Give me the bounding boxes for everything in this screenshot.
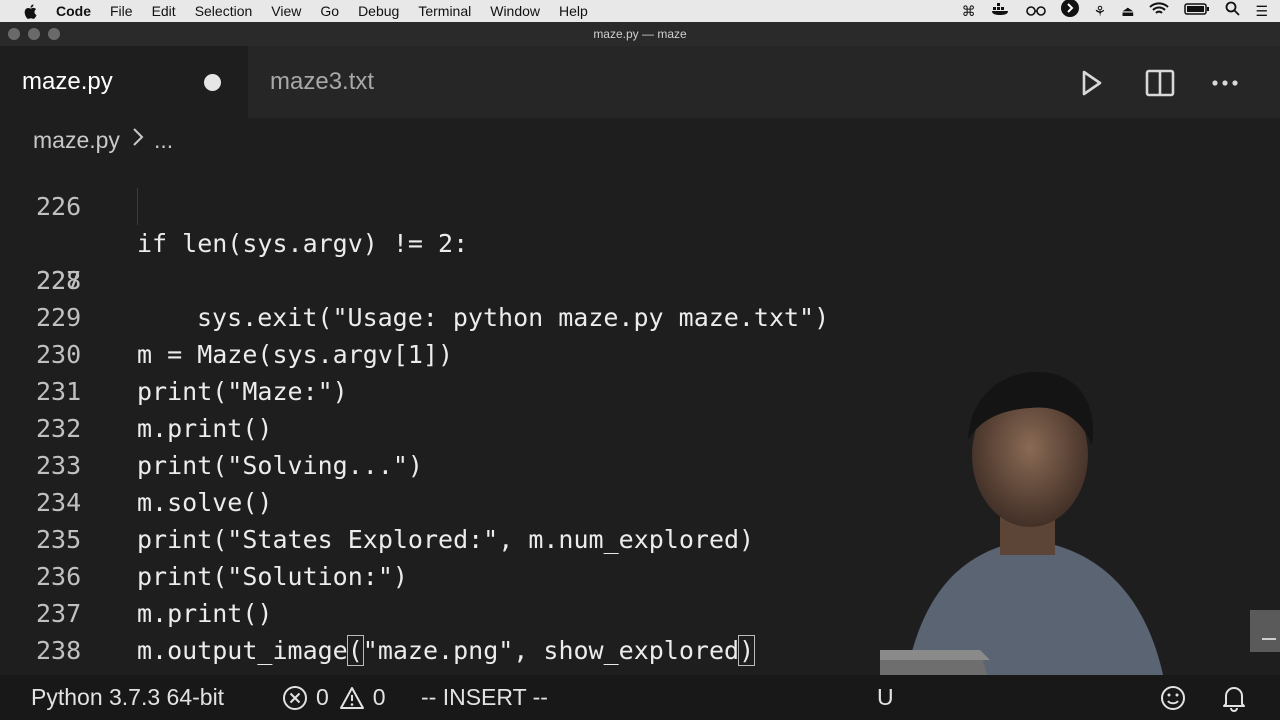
chevron-right-icon	[132, 127, 144, 153]
breadcrumb-file[interactable]: maze.py	[33, 127, 120, 154]
breadcrumb: maze.py ...	[0, 118, 1280, 162]
menu-terminal[interactable]: Terminal	[418, 3, 471, 19]
command-icon[interactable]: ⌘	[962, 0, 976, 22]
menu-bar: Code File Edit Selection View Go Debug T…	[0, 0, 1280, 22]
glasses-icon[interactable]	[1025, 0, 1046, 22]
menu-go[interactable]: Go	[320, 3, 339, 19]
indent-guide	[137, 188, 138, 225]
battery-icon[interactable]	[1184, 0, 1210, 22]
zoom-window-button[interactable]	[48, 28, 60, 40]
window-title: maze.py — maze	[593, 27, 687, 41]
code-token: "maze.png", show_explored	[362, 636, 740, 665]
menu-edit[interactable]: Edit	[152, 3, 176, 19]
code-line[interactable]: 229 m = Maze(sys.argv[1])	[0, 262, 1240, 369]
line-number: 238	[36, 636, 82, 665]
editor-tab-bar: maze.py maze3.txt	[0, 46, 1280, 118]
play-icon	[1082, 70, 1102, 96]
code-line[interactable]: 227 sys.exit("Usage: python maze.py maze…	[0, 188, 1240, 332]
code-line[interactable]: 228	[0, 225, 1240, 295]
vim-mode-status: -- INSERT --	[421, 684, 548, 710]
apple-icon[interactable]	[20, 3, 40, 19]
code-line[interactable]: 230 print("Maze:")	[0, 299, 1240, 406]
bracket-match-open: (	[346, 635, 364, 666]
error-count: 0	[316, 684, 329, 710]
tab-maze-py[interactable]: maze.py	[0, 46, 248, 118]
search-icon[interactable]	[1225, 0, 1241, 22]
code-token: m.output_image	[137, 636, 348, 665]
scrollbar-cursor-marker	[1262, 638, 1276, 640]
menu-selection[interactable]: Selection	[195, 3, 253, 19]
run-button[interactable]	[1075, 66, 1109, 100]
menu-window[interactable]: Window	[490, 3, 540, 19]
code-text: m.output_image("maze.png", show_explored…	[137, 632, 756, 669]
status-partial-text: U	[877, 684, 894, 710]
split-editor-icon	[1145, 69, 1175, 97]
warning-count: 0	[372, 684, 386, 710]
list-icon[interactable]: ☰	[1255, 0, 1268, 22]
code-line[interactable]: 226 if len(sys.argv) != 2:	[0, 162, 1240, 258]
menubar-status-area: ⌘ ⚘ ⏏ ☰	[962, 0, 1268, 22]
traffic-lights	[8, 28, 60, 40]
close-window-button[interactable]	[8, 28, 20, 40]
menu-file[interactable]: File	[110, 3, 133, 19]
tab-label: maze3.txt	[270, 68, 375, 95]
menu-help[interactable]: Help	[559, 3, 588, 19]
notifications-bell-icon[interactable]	[1221, 675, 1247, 720]
feedback-smiley-icon[interactable]	[1159, 675, 1187, 720]
window-title-bar: maze.py — maze	[0, 22, 1280, 46]
python-interpreter-status[interactable]: Python 3.7.3 64-bit	[31, 675, 224, 720]
status-bar: Python 3.7.3 64-bit 0 0 -- INSERT -- U	[0, 675, 1280, 720]
warning-icon	[339, 686, 364, 709]
menu-debug[interactable]: Debug	[358, 3, 399, 19]
more-actions-button[interactable]	[1208, 66, 1242, 100]
ellipsis-icon	[1212, 80, 1238, 86]
scrollbar-thumb[interactable]	[1250, 610, 1280, 652]
tab-maze3-txt[interactable]: maze3.txt	[250, 46, 420, 118]
docker-icon[interactable]	[991, 0, 1011, 22]
split-editor-button[interactable]	[1143, 66, 1177, 100]
problems-status[interactable]: 0 0	[282, 675, 386, 720]
minimize-window-button[interactable]	[28, 28, 40, 40]
eject-icon[interactable]: ⏏	[1121, 0, 1134, 22]
circle-arrow-icon[interactable]	[1060, 0, 1079, 23]
presenter-video-overlay	[880, 371, 1170, 720]
menu-view[interactable]: View	[271, 3, 301, 19]
error-icon	[283, 685, 307, 710]
menu-app-code[interactable]: Code	[56, 3, 91, 19]
tab-label: maze.py	[22, 68, 113, 95]
unsaved-dot-icon[interactable]	[204, 74, 221, 91]
fan-icon[interactable]: ⚘	[1094, 0, 1107, 22]
breadcrumb-ellipsis[interactable]: ...	[154, 127, 173, 154]
text-cursor-bracket: )	[738, 635, 756, 666]
wifi-icon[interactable]	[1149, 0, 1170, 22]
